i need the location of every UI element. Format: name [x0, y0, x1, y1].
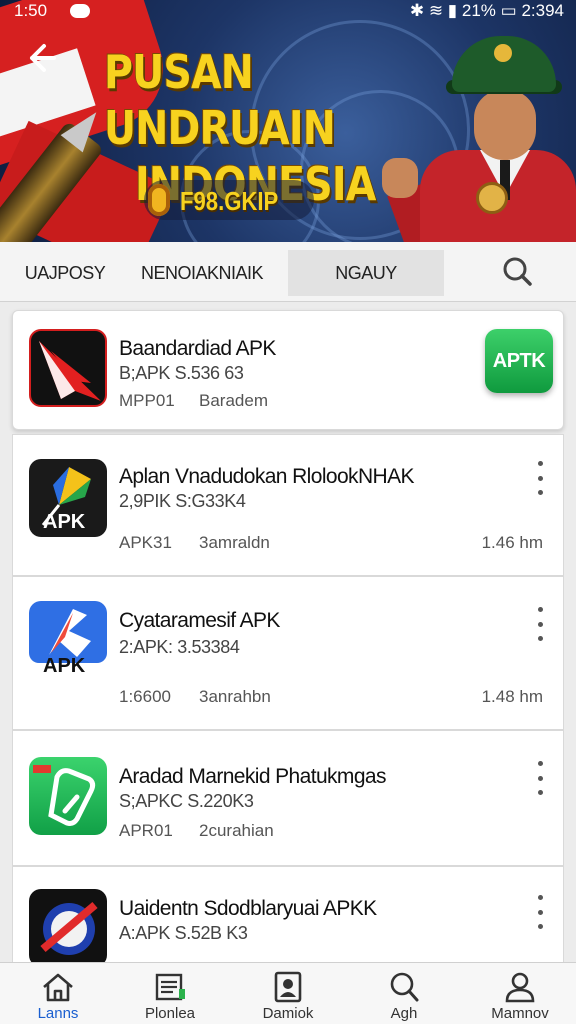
profile-card-icon	[274, 971, 302, 1003]
nav-item-profile-card[interactable]: Damiok	[238, 967, 338, 1023]
hero-banner: PUSAN UNDRUAIN INDONESIA F98.GKIP	[0, 0, 576, 242]
app-subtitle: 2,9PIK S:G33K4	[119, 491, 246, 511]
app-card[interactable]: Aradad Marnekid Phatukmgas S;APKC S.220K…	[12, 730, 564, 866]
more-options-icon[interactable]	[533, 761, 547, 795]
app-meta-secondary: 2curahian	[199, 821, 274, 840]
wifi-icon: ≋	[428, 1, 444, 20]
app-size: 1.46 hm	[481, 533, 543, 552]
nav-item-list[interactable]: Plonlea	[120, 967, 220, 1023]
tab-1[interactable]: UAJPOSY	[10, 250, 120, 296]
status-time-left: 1:50	[14, 1, 48, 20]
app-meta-secondary: Baradem	[199, 391, 268, 410]
nav-item-home[interactable]: Lanns	[8, 967, 108, 1023]
app-icon: APK	[29, 601, 107, 679]
app-icon: APK	[29, 459, 107, 537]
search-icon	[390, 972, 419, 1002]
bluetooth-icon: ✱	[409, 1, 425, 20]
app-icon	[29, 329, 107, 407]
app-meta: APR01	[119, 821, 173, 840]
app-icon	[29, 889, 107, 967]
app-icon	[29, 757, 107, 835]
app-card[interactable]: APK Cyataramesif APK 2:APK: 3.53384 1:66…	[12, 576, 564, 730]
app-meta-secondary: 3amraldn	[199, 533, 270, 552]
app-card[interactable]: Uaidentn Sdodblaryuai APKK A:APK S.52B K…	[12, 866, 564, 976]
search-icon[interactable]	[496, 252, 540, 292]
back-arrow-icon[interactable]	[24, 42, 56, 74]
app-title: Aplan Vnadudokan RlolookNHAK	[119, 465, 415, 488]
app-card[interactable]: Baandardiad APK B;APK S.536 63 MPP01 Bar…	[12, 310, 564, 430]
signal-icon: ▮	[447, 1, 458, 20]
notification-icon	[70, 4, 90, 18]
more-options-icon[interactable]	[533, 461, 547, 495]
battery-percent: 21%	[461, 1, 496, 20]
coin-icon	[148, 184, 170, 216]
status-time-right: 2:394	[521, 1, 564, 20]
banner-badge-text: F98.GKIP	[180, 186, 279, 216]
app-icon-label: APK	[43, 511, 86, 533]
app-meta: 1:6600	[119, 687, 171, 706]
more-options-icon[interactable]	[533, 895, 547, 929]
app-subtitle: 2:APK: 3.53384	[119, 637, 240, 657]
app-meta: APK31	[119, 533, 172, 552]
app-title: Uaidentn Sdodblaryuai APKK	[119, 897, 377, 920]
app-subtitle: S;APKC S.220K3	[119, 791, 254, 811]
app-icon-label: APK	[43, 655, 86, 677]
app-subtitle: A:APK S.52B K3	[119, 923, 248, 943]
app-size: 1.48 hm	[481, 687, 543, 706]
app-title: Aradad Marnekid Phatukmgas	[119, 765, 386, 788]
tab-3[interactable]: NGAUY	[288, 250, 444, 296]
status-bar: 1:50 ✱ ≋ ▮ 21% ▭ 2:394	[0, 0, 576, 26]
user-icon	[505, 972, 535, 1003]
app-title: Baandardiad APK	[119, 337, 276, 360]
bottom-navigation: Lanns Plonlea Damiok Agh Mamnov	[0, 962, 576, 1024]
status-right-group: ✱ ≋ ▮ 21% ▭ 2:394	[410, 1, 564, 21]
app-screen: 1:50 ✱ ≋ ▮ 21% ▭ 2:394 PUSAN UNDRUAIN IN…	[0, 0, 576, 1024]
battery-icon: ▭	[500, 1, 517, 20]
nav-item-search[interactable]: Agh	[354, 967, 454, 1023]
tab-2[interactable]: NENOIAKNIAIK	[132, 250, 272, 296]
home-icon	[43, 973, 73, 1002]
app-meta: MPP01	[119, 391, 175, 410]
app-title: Cyataramesif APK	[119, 609, 280, 632]
list-icon	[155, 973, 185, 1001]
more-options-icon[interactable]	[533, 607, 547, 641]
app-card[interactable]: APK Aplan Vnadudokan RlolookNHAK 2,9PIK …	[12, 434, 564, 576]
apk-download-button[interactable]: APTK	[485, 329, 553, 393]
app-subtitle: B;APK S.536 63	[119, 363, 244, 383]
nav-item-account[interactable]: Mamnov	[470, 967, 570, 1023]
category-tabs: UAJPOSY NENOIAKNIAIK NGAUY	[0, 242, 576, 302]
app-meta-secondary: 3anrahbn	[199, 687, 271, 706]
